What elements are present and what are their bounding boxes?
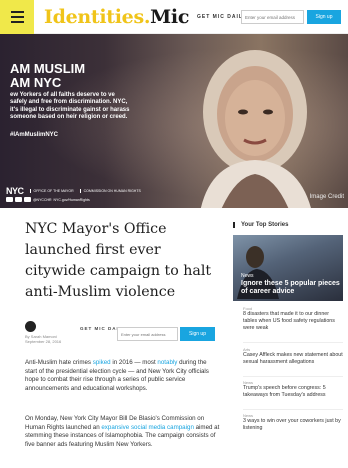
hero-social-row: @NYCCHR NYC.gov/HumanRights: [6, 197, 90, 202]
featured-story-card[interactable]: News Ignore these 5 popular pieces of ca…: [233, 235, 343, 301]
story-title[interactable]: 8 disasters that made it to our dinner t…: [243, 311, 343, 332]
story-item[interactable]: Food 8 disasters that made it to our din…: [243, 306, 343, 332]
nyc-logo: NYC: [6, 186, 24, 196]
subscribe-signup-button[interactable]: Sign up: [180, 327, 215, 341]
article-title: NYC Mayor's Office launched first ever c…: [25, 221, 212, 300]
hero-woman-illustration: [200, 50, 311, 208]
twitter-icon: [15, 197, 22, 202]
site-logo[interactable]: Identities.Mic: [44, 6, 189, 28]
logo-text: Identities.: [44, 6, 151, 28]
hero-title-line: AM MUSLIM: [10, 61, 86, 76]
article-paragraph: On Monday, New York City Mayor Bill De B…: [25, 415, 220, 449]
publish-date: September 28, 2016: [25, 339, 62, 344]
newsletter-signup-button[interactable]: Sign up: [307, 10, 341, 24]
story-item[interactable]: News 3 ways to win over your coworkers j…: [243, 413, 343, 432]
hero-title: AM MUSLIM AM NYC: [10, 62, 85, 90]
hero-hashtag: #IAmMuslimNYC: [10, 132, 59, 138]
author-avatar[interactable]: [25, 321, 36, 332]
article-paragraph: Anti-Muslim hate crimes spiked in 2016 —…: [25, 359, 220, 393]
divider: [243, 409, 343, 410]
social-url: NYC.gov/HumanRights: [53, 197, 90, 202]
menu-icon-bar: [10, 11, 24, 13]
hero-body-text: ew Yorkers of all faiths deserve to ve s…: [10, 92, 130, 120]
story-title[interactable]: 3 ways to win over your coworkers just b…: [243, 418, 343, 432]
top-stories-heading: Your Top Stories: [233, 222, 288, 228]
spiked-link[interactable]: spiked: [93, 359, 111, 366]
hamburger-menu-button[interactable]: [0, 0, 34, 34]
story-item[interactable]: Arts Casey Affleck makes new statement a…: [243, 347, 343, 366]
newsletter-email-input[interactable]: [241, 10, 304, 24]
divider: [243, 342, 343, 343]
logo-mic-text: Mic: [150, 6, 190, 28]
social-campaign-link[interactable]: expansive social media campaign: [101, 424, 194, 431]
hero-org-logos: NYC OFFICE OF THE MAYOR COMMISSION ON HU…: [6, 184, 141, 198]
hero-image: AM MUSLIM AM NYC ew Yorkers of all faith…: [0, 34, 348, 208]
story-title[interactable]: Casey Affleck makes new statement about …: [243, 352, 343, 366]
commission-label: COMMISSION ON HUMAN RIGHTS: [79, 189, 141, 193]
featured-story-title[interactable]: Ignore these 5 popular pieces of career …: [241, 280, 343, 295]
story-item[interactable]: News Trump's speech before congress: 5 t…: [243, 380, 343, 399]
social-handle: @NYCCHR: [33, 197, 52, 202]
menu-icon-bar: [10, 21, 24, 23]
menu-icon-bar: [10, 16, 24, 18]
author-byline: By Sarah Mamoni September 28, 2016: [25, 334, 61, 344]
divider: [243, 376, 343, 377]
facebook-icon: [6, 197, 13, 202]
mayor-office-label: OFFICE OF THE MAYOR: [29, 189, 74, 193]
subscribe-email-input[interactable]: [117, 327, 178, 341]
paragraph-text: in 2016 — most: [110, 359, 158, 366]
paragraph-text: Anti-Muslim hate crimes: [25, 359, 93, 366]
site-header: Identities.Mic GET MIC DAILY: Sign up: [0, 0, 348, 34]
hero-title-line: AM NYC: [10, 75, 62, 90]
notably-link[interactable]: notably: [157, 359, 177, 366]
youtube-icon: [24, 197, 31, 202]
image-credit[interactable]: Image Credit: [310, 194, 344, 200]
featured-story-category: News: [241, 273, 254, 279]
story-title[interactable]: Trump's speech before congress: 5 takeaw…: [243, 385, 343, 399]
